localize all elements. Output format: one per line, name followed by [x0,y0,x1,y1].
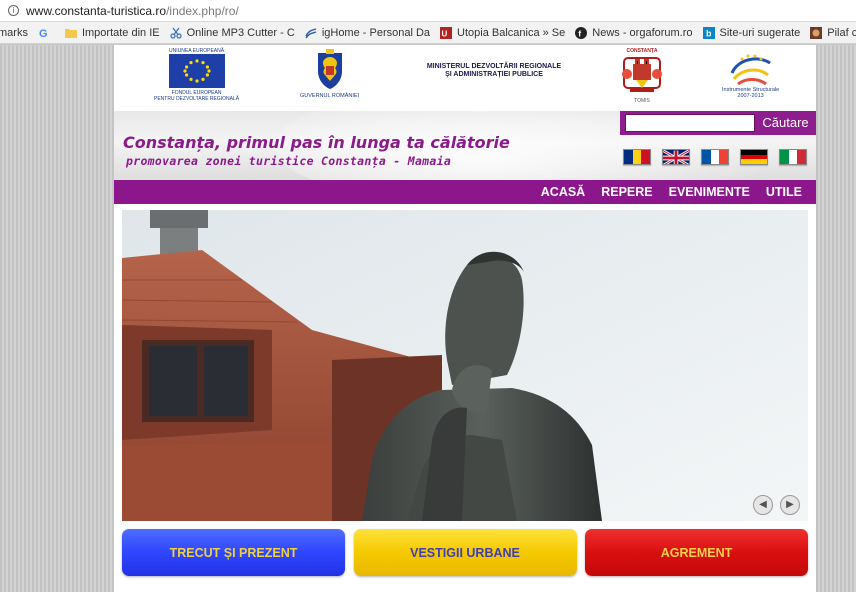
ministry-logo: MINISTERUL DEZVOLTĂRII REGIONALE ȘI ADMI… [426,63,562,78]
bookmarks-bar: marks G Importate din IE Online MP3 Cutt… [0,22,856,44]
bookmark-site-uri-sugerate[interactable]: b Site-uri sugerate [702,26,800,39]
flag-italy[interactable] [779,149,807,165]
site-tagline: Constanța, primul pas în lunga ta călăto… [123,133,510,152]
category-buttons: TRECUT ȘI PREZENT VESTIGII URBANE AGREME… [122,529,808,576]
scissors-icon [169,27,182,39]
bookmark-google[interactable]: G [38,27,55,39]
utopia-icon: U [440,26,453,39]
category-agrement-button[interactable]: AGREMENT [585,529,808,576]
structural-instruments-logo: Instrumente Structurale 2007-2013 [722,51,779,99]
bookmark-orgaforum[interactable]: f News - orgaforum.ro [575,26,693,39]
slideshow-prev-button[interactable]: ◀ [753,495,773,515]
site-subtagline: promovarea zonei turistice Constanța - M… [126,154,452,168]
flag-uk[interactable] [662,149,690,165]
nav-utile[interactable]: UTILE [766,185,802,199]
category-trecut-si-prezent-button[interactable]: TRECUT ȘI PREZENT [122,529,345,576]
eu-flag-icon [168,54,225,88]
page-background-left [0,45,114,592]
bookmark-utopia[interactable]: U Utopia Balcanica » Se [440,26,565,39]
google-icon: G [39,28,48,39]
bookmark-ighome[interactable]: igHome - Personal Da [305,27,430,39]
sponsor-logos: UNIUNEA EUROPEANĂ FONDUL EUROPEAN PENTRU… [114,45,816,111]
hero-slideshow[interactable]: ◀ ▶ [122,210,808,521]
category-vestigii-urbane-button[interactable]: VESTIGII URBANE [353,529,577,576]
slideshow-next-button[interactable]: ▶ [780,495,800,515]
nav-acasa[interactable]: ACASĂ [541,185,585,199]
page-content: UNIUNEA EUROPEANĂ FONDUL EUROPEAN PENTRU… [114,45,816,592]
structural-instruments-icon [730,54,771,86]
nav-repere[interactable]: REPERE [601,185,652,199]
city-coat-of-arms-icon [622,57,662,92]
flag-france[interactable] [701,149,729,165]
recipe-icon [810,26,823,39]
language-selector [623,149,818,165]
url-text[interactable]: www.constanta-turistica.ro/index.php/ro/ [26,4,239,18]
address-bar[interactable]: i www.constanta-turistica.ro/index.php/r… [0,0,856,22]
site-info-icon[interactable]: i [8,5,19,16]
bookmark-importate[interactable]: Importate din IE [64,27,160,39]
svg-text:G: G [39,28,48,39]
constanta-city-logo: CONSTANȚA TOMIS [618,48,666,104]
news-icon: f [575,26,588,39]
government-logo: GUVERNUL ROMÂNIEI [300,49,359,99]
flag-germany[interactable] [740,149,768,165]
svg-text:U: U [442,29,448,38]
search-button[interactable]: Căutare [755,114,816,132]
eu-fund-logo: UNIUNEA EUROPEANĂ FONDUL EUROPEAN PENTRU… [154,48,240,102]
bing-icon: b [702,26,715,39]
bookmark-mp3-cutter[interactable]: Online MP3 Cutter - C [169,27,295,39]
ighome-icon [305,27,317,38]
folder-icon [64,28,77,38]
search-box: Căutare [620,111,816,135]
search-input[interactable] [625,114,755,132]
flag-romania[interactable] [623,149,651,165]
statue-photo [122,210,808,521]
bookmark-marks[interactable]: marks [0,27,28,39]
bookmark-pilaf[interactable]: Pilaf cu dovlecei ~ Bu [810,26,856,39]
romania-coat-of-arms-icon [317,49,342,89]
page-background-right [816,45,856,592]
svg-text:b: b [706,28,712,38]
main-navigation: ACASĂ REPERE EVENIMENTE UTILE [114,180,816,204]
nav-evenimente[interactable]: EVENIMENTE [669,185,750,199]
svg-text:f: f [578,28,581,38]
